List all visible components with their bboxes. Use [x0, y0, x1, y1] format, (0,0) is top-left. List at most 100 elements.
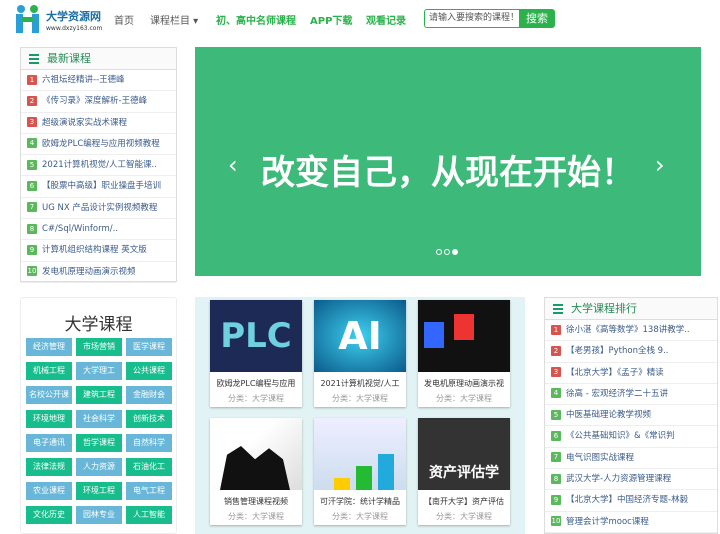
- list-item[interactable]: 1 徐小湛《高等数学》138讲教学..: [545, 320, 717, 342]
- carousel-indicators: [435, 248, 459, 258]
- nav-highschool[interactable]: 初、高中名师课程: [216, 12, 296, 27]
- list-item[interactable]: 4 欧姆龙PLC编程与应用视频教程: [21, 134, 176, 156]
- list-item[interactable]: 8 武汉大学-人力资源管理课程: [545, 469, 717, 491]
- list-item[interactable]: 7 UG NX 产品设计实例视频教程: [21, 198, 176, 220]
- category-tag[interactable]: 环境地理: [26, 410, 72, 428]
- course-card[interactable]: PLC 欧姆龙PLC编程与应用 分类：大学课程: [210, 300, 302, 407]
- rank-badge: 4: [551, 388, 561, 399]
- category-tag[interactable]: 自然科学: [126, 434, 172, 452]
- list-item-label: 管理会计学mooc课程: [566, 516, 649, 527]
- carousel-dot-active[interactable]: [452, 249, 458, 255]
- course-thumbnail[interactable]: PLC: [210, 300, 302, 372]
- category-tag[interactable]: 电气工程: [126, 482, 172, 500]
- category-tag[interactable]: 社会科学: [76, 410, 122, 428]
- course-category: 分类：大学课程: [332, 512, 388, 521]
- category-tag[interactable]: 名校公开课: [26, 386, 72, 404]
- course-thumbnail[interactable]: [418, 300, 510, 372]
- course-thumbnail[interactable]: [314, 418, 406, 490]
- rank-badge: 8: [27, 223, 37, 234]
- course-category: 分类：大学课程: [332, 394, 388, 403]
- category-tag[interactable]: 电子通讯: [26, 434, 72, 452]
- logo-title[interactable]: 大学资源网: [46, 8, 101, 24]
- banner-carousel[interactable]: 改变自己，从现在开始！ ‹ ›: [195, 47, 701, 276]
- category-tag[interactable]: 公共课程: [126, 362, 172, 380]
- rank-badge: 7: [551, 452, 561, 463]
- course-card[interactable]: 发电机原理动画演示视 分类：大学课程: [418, 300, 510, 407]
- logo-icon[interactable]: [14, 4, 42, 34]
- nav-app-download[interactable]: APP下载: [310, 12, 352, 27]
- list-item-label: 计算机组织结构课程 英文版: [42, 245, 147, 256]
- rank-badge: 5: [27, 159, 37, 170]
- category-tag[interactable]: 机械工程: [26, 362, 72, 380]
- course-title[interactable]: 2021计算机视觉/人工: [314, 378, 406, 389]
- list-item[interactable]: 3 【北京大学】《孟子》精读: [545, 363, 717, 384]
- course-card[interactable]: 销售管理课程视频 分类：大学课程: [210, 418, 302, 525]
- list-item-label: C#/Sql/Winform/..: [42, 224, 118, 235]
- nav-history[interactable]: 观看记录: [366, 12, 406, 27]
- category-tag[interactable]: 人工智能: [126, 506, 172, 524]
- search-button[interactable]: 搜索: [519, 9, 555, 28]
- carousel-prev-icon[interactable]: ‹: [228, 151, 238, 179]
- list-item-label: 2021计算机视觉/人工智能课..: [42, 160, 157, 171]
- nav-course-menu[interactable]: 课程栏目 ▾: [150, 12, 198, 27]
- course-card[interactable]: 资产评估学 【南开大学】资产评估 分类：大学课程: [418, 418, 510, 525]
- category-tag[interactable]: 市场营销: [76, 338, 122, 356]
- course-title[interactable]: 欧姆龙PLC编程与应用: [210, 378, 302, 389]
- category-tag[interactable]: 石油化工: [126, 458, 172, 476]
- ranking-panel: 大学课程排行 1 徐小湛《高等数学》138讲教学.. 2 【老男孩】Python全栈 …: [544, 297, 718, 534]
- rank-badge: 8: [551, 473, 561, 484]
- course-title[interactable]: 【南开大学】资产评估: [418, 496, 510, 507]
- carousel-next-icon[interactable]: ›: [655, 151, 665, 179]
- category-tag[interactable]: 大学理工: [76, 362, 122, 380]
- list-item-label: UG NX 产品设计实例视频教程: [42, 202, 158, 213]
- latest-courses-panel: 最新课程 1 六祖坛经精讲--王德峰 2 《传习录》深度解析-王德峰 3 超级演说家实战术…: [20, 47, 177, 283]
- list-item[interactable]: 10 管理会计学mooc课程: [545, 512, 717, 533]
- carousel-dot[interactable]: [436, 249, 442, 255]
- course-title[interactable]: 可汗学院：统计学精品: [314, 496, 406, 507]
- list-item[interactable]: 5 中医基础理论教学视频: [545, 405, 717, 427]
- list-item[interactable]: 2 《传习录》深度解析-王德峰: [21, 91, 176, 113]
- course-category: 分类：大学课程: [228, 512, 284, 521]
- category-tag[interactable]: 园林专业: [76, 506, 122, 524]
- list-item[interactable]: 2 【老男孩】Python全栈 9..: [545, 341, 717, 363]
- course-card[interactable]: AI 2021计算机视觉/人工 分类：大学课程: [314, 300, 406, 407]
- list-item[interactable]: 6 《公共基础知识》&《常识判: [545, 426, 717, 448]
- list-item[interactable]: 5 2021计算机视觉/人工智能课..: [21, 155, 176, 177]
- category-tag[interactable]: 法律法规: [26, 458, 72, 476]
- panel-title: 大学课程: [64, 315, 133, 335]
- list-item[interactable]: 4 徐高 - 宏观经济学二十五讲: [545, 384, 717, 406]
- list-item[interactable]: 9 【北京大学】中国经济专题-林毅: [545, 490, 717, 512]
- category-tag[interactable]: 建筑工程: [76, 386, 122, 404]
- category-tag[interactable]: 人力资源: [76, 458, 122, 476]
- list-item[interactable]: 6 【股票中高级】职业操盘手培训: [21, 176, 176, 198]
- course-thumbnail[interactable]: [210, 418, 302, 490]
- list-icon: [29, 54, 39, 64]
- carousel-dot[interactable]: [444, 249, 450, 255]
- course-category: 分类：大学课程: [436, 394, 492, 403]
- course-thumbnail[interactable]: 资产评估学: [418, 418, 510, 490]
- rank-badge: 9: [551, 494, 561, 505]
- list-item[interactable]: 3 超级演说家实战术课程: [21, 113, 176, 134]
- category-tag[interactable]: 医学课程: [126, 338, 172, 356]
- category-tag[interactable]: 环境工程: [76, 482, 122, 500]
- category-tag[interactable]: 金融财会: [126, 386, 172, 404]
- category-tag[interactable]: 文化历史: [26, 506, 72, 524]
- list-item[interactable]: 9 计算机组织结构课程 英文版: [21, 240, 176, 262]
- search-input[interactable]: 请输入要搜索的课程！: [424, 9, 520, 28]
- nav-home[interactable]: 首页: [114, 12, 134, 27]
- category-tag[interactable]: 哲学课程: [76, 434, 122, 452]
- category-tag[interactable]: 农业课程: [26, 482, 72, 500]
- course-title[interactable]: 发电机原理动画演示视: [418, 378, 510, 389]
- course-card[interactable]: 可汗学院：统计学精品 分类：大学课程: [314, 418, 406, 525]
- category-tag[interactable]: 创新技术: [126, 410, 172, 428]
- course-thumbnail[interactable]: AI: [314, 300, 406, 372]
- list-item[interactable]: 8 C#/Sql/Winform/..: [21, 219, 176, 241]
- list-item[interactable]: 10 发电机原理动画演示视频: [21, 262, 176, 283]
- panel-title: 最新课程: [47, 52, 91, 65]
- list-item[interactable]: 7 电气识图实战课程: [545, 448, 717, 470]
- category-tag[interactable]: 经济管理: [26, 338, 72, 356]
- course-title[interactable]: 销售管理课程视频: [210, 496, 302, 507]
- thumbnail-text: PLC: [220, 316, 292, 356]
- list-item[interactable]: 1 六祖坛经精讲--王德峰: [21, 70, 176, 92]
- thumbnail-text: AI: [338, 314, 382, 358]
